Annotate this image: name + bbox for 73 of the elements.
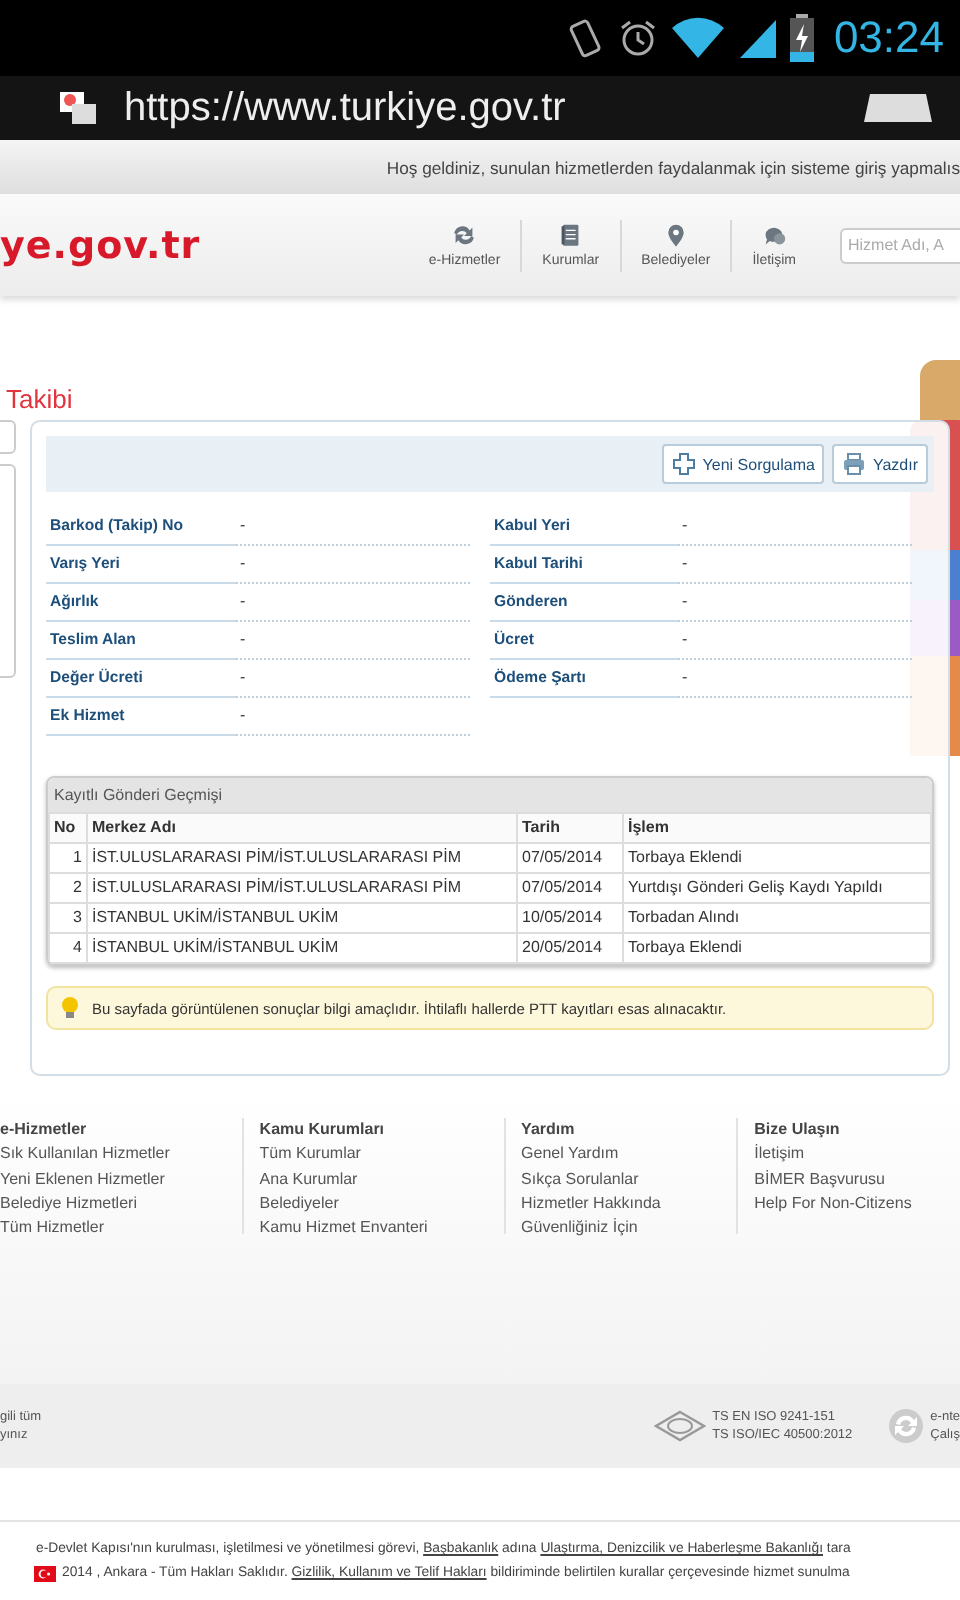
footer-link[interactable]: Ana Kurumlar (259, 1167, 504, 1192)
footer-link[interactable]: İletişim (754, 1142, 960, 1168)
table-cell: Torbaya Eklendi (623, 843, 931, 873)
table-cell: 3 (49, 903, 87, 933)
column-header: İşlem (623, 813, 931, 843)
table-cell: 1 (49, 843, 87, 873)
flag-icon (34, 1565, 56, 1581)
table-cell: 10/05/2014 (517, 903, 623, 933)
table-cell: Torbaya Eklendi (623, 933, 931, 963)
footer-link[interactable]: BİMER Başvurusu (754, 1167, 960, 1192)
table-cell: İSTANBUL UKİM/İSTANBUL UKİM (87, 933, 517, 963)
field-value: - (678, 508, 912, 546)
footer-heading: Kamu Kurumları (259, 1118, 387, 1142)
printer-icon (842, 452, 867, 476)
footer-link[interactable]: Tüm Hizmetler (0, 1216, 242, 1241)
chat-icon (760, 222, 789, 250)
footer-heading: Bize Ulaşın (754, 1118, 842, 1142)
field-value: - (678, 546, 912, 584)
footer-link[interactable]: Sık Kullanılan Hizmetler (0, 1142, 242, 1168)
vibrate-icon (565, 16, 606, 60)
field-value: - (236, 546, 470, 584)
column-header: Tarih (517, 813, 623, 843)
lightbulb-icon (60, 996, 80, 1020)
footer-link[interactable]: Genel Yardım (521, 1142, 737, 1168)
column-header: Merkez Adı (87, 813, 517, 843)
footer-link[interactable]: Belediyeler (259, 1191, 504, 1217)
new-query-button[interactable]: Yeni Sorgulama (662, 444, 825, 484)
table-title: Kayıtlı Gönderi Geçmişi (48, 778, 932, 812)
clock-time: 03:24 (833, 12, 944, 64)
field-value: - (236, 622, 470, 660)
table-cell: İST.ULUSLARARASI PİM/İST.ULUSLARARASI PİM (87, 843, 517, 873)
footer-link[interactable]: Kamu Hizmet Envanteri (259, 1216, 504, 1241)
page-title: Takibi (6, 384, 73, 414)
footer-link[interactable]: Sıkça Sorulanlar (521, 1167, 737, 1192)
signal-icon (737, 16, 778, 60)
footer-link[interactable]: Hizmetler Hakkında (521, 1191, 737, 1217)
table-cell: İST.ULUSLARARASI PİM/İST.ULUSLARARASI PİM (87, 873, 517, 903)
footer-heading: Yardım (521, 1118, 577, 1142)
alarm-icon (617, 18, 658, 58)
table-cell: 20/05/2014 (517, 933, 623, 963)
bookmark-icon[interactable] (864, 94, 932, 122)
refresh-icon (888, 1408, 925, 1444)
welcome-text: Hoş geldiniz, sunulan hizmetlerden faydalanmak için sisteme giriş yapmalıs (386, 157, 960, 177)
field-value: - (236, 508, 470, 546)
table-cell: Yurtdışı Gönderi Geliş Kaydı Yapıldı (623, 873, 931, 903)
search-field[interactable]: Hizmet Adı, A (840, 227, 960, 263)
footer-link[interactable]: Yeni Eklenen Hizmetler (0, 1167, 242, 1192)
site-logo[interactable]: ye.gov.tr (0, 223, 201, 267)
battery-charging-icon (789, 14, 814, 62)
tse-logo-icon (654, 1410, 707, 1442)
footer-link[interactable]: Tüm Kurumlar (259, 1142, 504, 1168)
column-header: No (49, 813, 87, 843)
field-value: - (236, 584, 470, 622)
table-cell: İSTANBUL UKİM/İSTANBUL UKİM (87, 903, 517, 933)
field-value: - (236, 698, 470, 736)
table-cell: 07/05/2014 (517, 873, 623, 903)
plus-icon (672, 452, 697, 476)
footer-link[interactable]: Belediye Hizmetleri (0, 1191, 242, 1217)
footer-link[interactable]: Help For Non-Citizens (754, 1191, 960, 1217)
field-value: - (678, 622, 912, 660)
table-cell: Torbadan Alındı (623, 903, 931, 933)
print-button[interactable]: Yazdır (832, 444, 928, 484)
table-cell: 2 (49, 873, 87, 903)
wifi-icon (669, 16, 726, 60)
table-cell: 07/05/2014 (517, 843, 623, 873)
field-value: - (236, 660, 470, 698)
field-value: - (678, 584, 912, 622)
footer-link[interactable]: Güvenliğiniz İçin (521, 1216, 737, 1241)
table-cell: 4 (49, 933, 87, 963)
refresh-icon (450, 222, 479, 250)
footer-heading: e-Hizmetler (0, 1118, 89, 1142)
page-icon (60, 92, 96, 124)
field-value: - (678, 660, 912, 698)
